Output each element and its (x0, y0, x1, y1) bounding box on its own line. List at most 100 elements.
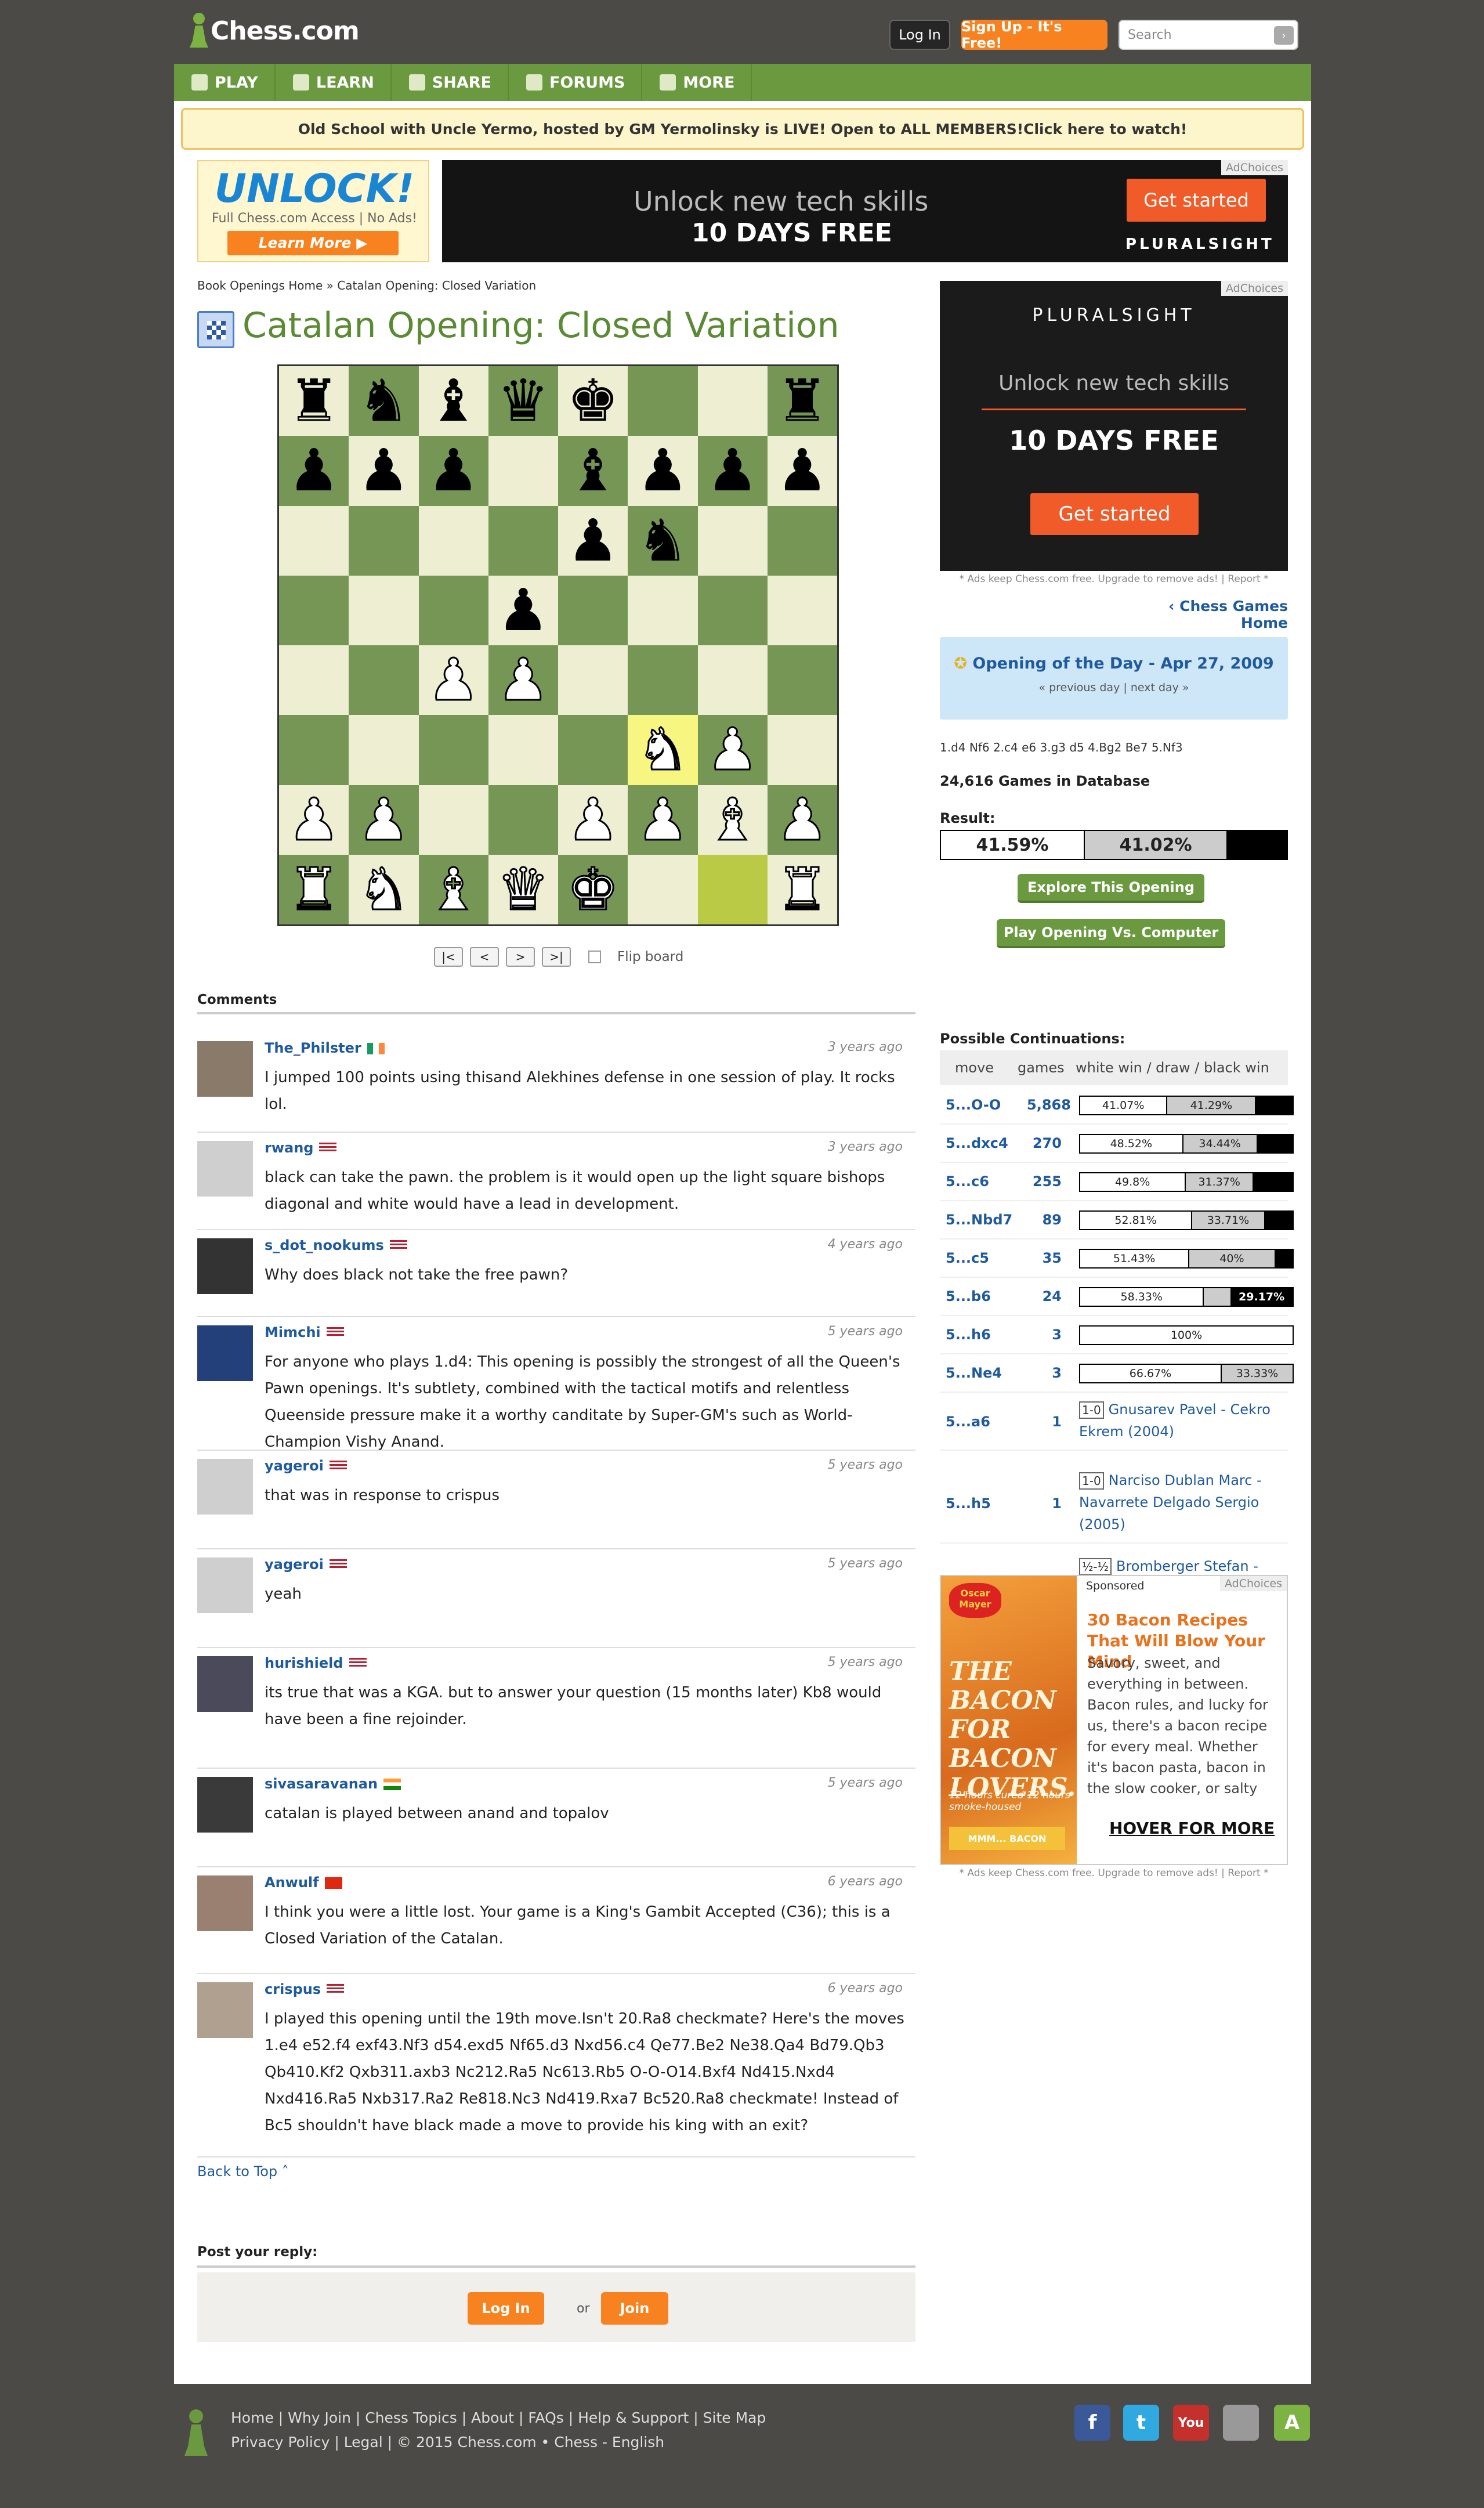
bacon-ad[interactable]: Oscar Mayer THE BACON FOR BACON LOVERS. … (940, 1575, 1288, 1865)
last-move-button[interactable]: >| (542, 947, 571, 967)
next-move-button[interactable]: > (506, 947, 535, 967)
live-banner[interactable]: Old School with Uncle Yermo, hosted by G… (181, 108, 1304, 150)
square-c2[interactable] (418, 785, 488, 855)
ad-get-started-button[interactable]: Get started (1127, 179, 1266, 222)
chess-board[interactable]: ♜ ♞ ♝ ♛ ♚ ♜ ♟ ♟ ♟ ♝ ♟ ♟ ♟ ♟ ♞ ♟ ♟ ♟ ♞ ♟ ♟ ♟ ♟ ♟ ♝ ♟ ♜ ♞ ♝ ♛ ♚ ♜ (277, 364, 839, 926)
black-king-icon[interactable]: ♚ (567, 372, 619, 430)
continuation-move[interactable]: 5...a6 (946, 1414, 990, 1430)
comment-username[interactable]: The_Philster (265, 1040, 385, 1056)
comment-username[interactable]: hurishield (265, 1655, 367, 1671)
pluralsight-banner-ad[interactable]: AdChoices Unlock new tech skills 10 DAYS… (442, 160, 1288, 262)
square-e6[interactable]: ♟ (558, 505, 628, 576)
square-g4[interactable] (697, 645, 768, 715)
continuation-games[interactable]: 24 (1027, 1288, 1062, 1304)
black-rook-icon[interactable]: ♜ (776, 372, 828, 430)
square-c7[interactable]: ♟ (418, 436, 488, 506)
square-c6[interactable] (418, 505, 488, 576)
previous-day-link[interactable]: « previous day (1038, 681, 1120, 694)
white-pawn-icon[interactable]: ♟ (776, 790, 830, 850)
avatar[interactable] (197, 1238, 253, 1294)
comment-username[interactable]: Anwulf (265, 1874, 342, 1891)
comment-username[interactable]: sivasaravanan (265, 1776, 401, 1792)
square-b4[interactable] (349, 645, 419, 715)
square-g5[interactable] (697, 575, 768, 645)
continuation-move[interactable]: 5...h6 (946, 1327, 991, 1343)
adchoices-label[interactable]: AdChoices (1221, 160, 1288, 175)
square-g8[interactable] (697, 366, 768, 436)
avatar[interactable] (197, 1656, 253, 1712)
continuation-games[interactable]: 3 (1027, 1365, 1062, 1381)
avatar[interactable] (197, 1982, 253, 2038)
signup-button[interactable]: Sign Up - It's Free! (961, 19, 1107, 51)
square-g6[interactable] (697, 505, 768, 576)
black-pawn-icon[interactable]: ♟ (637, 442, 689, 500)
android-icon[interactable]: A (1274, 2405, 1310, 2441)
square-a4[interactable] (279, 645, 349, 715)
avatar[interactable] (197, 1459, 253, 1515)
square-f1[interactable] (628, 854, 698, 924)
avatar[interactable] (197, 1875, 253, 1931)
square-e2[interactable]: ♟ (558, 785, 628, 855)
square-f6[interactable]: ♞ (628, 505, 698, 576)
learn-more-button[interactable]: Learn More ▶ (227, 231, 399, 255)
continuation-move[interactable]: 5...c6 (946, 1173, 989, 1190)
square-f8[interactable] (628, 366, 698, 436)
black-bishop-icon[interactable]: ♝ (428, 372, 480, 430)
square-h2[interactable]: ♟ (767, 785, 837, 855)
white-bishop-icon[interactable]: ♝ (426, 859, 480, 919)
black-pawn-icon[interactable]: ♟ (707, 442, 759, 500)
square-c8[interactable]: ♝ (418, 366, 488, 436)
black-knight-icon[interactable]: ♞ (637, 511, 689, 570)
square-f3[interactable]: ♞ (628, 715, 698, 785)
facebook-icon[interactable]: f (1074, 2405, 1110, 2441)
white-knight-icon[interactable]: ♞ (357, 859, 411, 919)
square-c4[interactable]: ♟ (418, 645, 488, 715)
square-e3[interactable] (558, 715, 628, 785)
continuation-game-link[interactable]: 1-0 Gnusarev Pavel - Cekro Ekrem (2004) (1079, 1398, 1294, 1443)
first-move-button[interactable]: |< (434, 947, 463, 967)
square-d2[interactable] (488, 785, 558, 855)
search-arrow-icon[interactable]: › (1274, 26, 1294, 45)
square-d8[interactable]: ♛ (488, 366, 558, 436)
play-vs-computer-button[interactable]: Play Opening Vs. Computer (997, 919, 1225, 948)
black-pawn-icon[interactable]: ♟ (428, 442, 480, 500)
continuation-games[interactable]: 3 (1027, 1327, 1062, 1343)
black-queen-icon[interactable]: ♛ (497, 372, 549, 430)
square-b6[interactable] (349, 505, 419, 576)
youtube-icon[interactable]: You (1173, 2405, 1209, 2441)
adchoices-label[interactable]: AdChoices (1221, 281, 1288, 296)
black-bishop-icon[interactable]: ♝ (567, 442, 619, 500)
continuation-games[interactable]: 35 (1027, 1250, 1062, 1266)
continuation-move[interactable]: 5...Ne4 (946, 1365, 1002, 1381)
nav-forums[interactable]: FORUMS (509, 64, 643, 101)
square-d6[interactable] (488, 505, 558, 576)
continuation-move[interactable]: 5...Nbd7 (946, 1212, 1012, 1228)
square-g7[interactable]: ♟ (697, 436, 768, 506)
square-c3[interactable] (418, 715, 488, 785)
square-a2[interactable]: ♟ (279, 785, 349, 855)
square-f5[interactable] (628, 575, 698, 645)
continuation-move[interactable]: 5...b6 (946, 1288, 991, 1304)
footer-links-1[interactable]: Home | Why Join | Chess Topics | About |… (231, 2406, 766, 2430)
continuation-move[interactable]: 5...h5 (946, 1495, 991, 1512)
continuation-move[interactable]: 5...O-O (946, 1097, 1001, 1113)
square-f7[interactable]: ♟ (628, 436, 698, 506)
black-pawn-icon[interactable]: ♟ (288, 442, 340, 500)
square-d7[interactable] (488, 436, 558, 506)
square-b7[interactable]: ♟ (349, 436, 419, 506)
banner-link[interactable]: Click here to watch! (1023, 121, 1187, 138)
white-pawn-icon[interactable]: ♟ (287, 790, 341, 850)
avatar[interactable] (197, 1141, 253, 1197)
white-pawn-icon[interactable]: ♟ (497, 650, 551, 710)
continuation-games[interactable]: 89 (1027, 1212, 1062, 1228)
square-d4[interactable]: ♟ (488, 645, 558, 715)
login-button[interactable]: Log In (889, 20, 950, 50)
twitter-icon[interactable]: t (1123, 2405, 1159, 2441)
square-b5[interactable] (349, 575, 419, 645)
square-d5[interactable]: ♟ (488, 575, 558, 645)
white-pawn-icon[interactable]: ♟ (357, 790, 411, 850)
square-a8[interactable]: ♜ (279, 366, 349, 436)
white-knight-icon[interactable]: ♞ (636, 720, 690, 779)
square-d3[interactable] (488, 715, 558, 785)
square-h3[interactable] (767, 715, 837, 785)
